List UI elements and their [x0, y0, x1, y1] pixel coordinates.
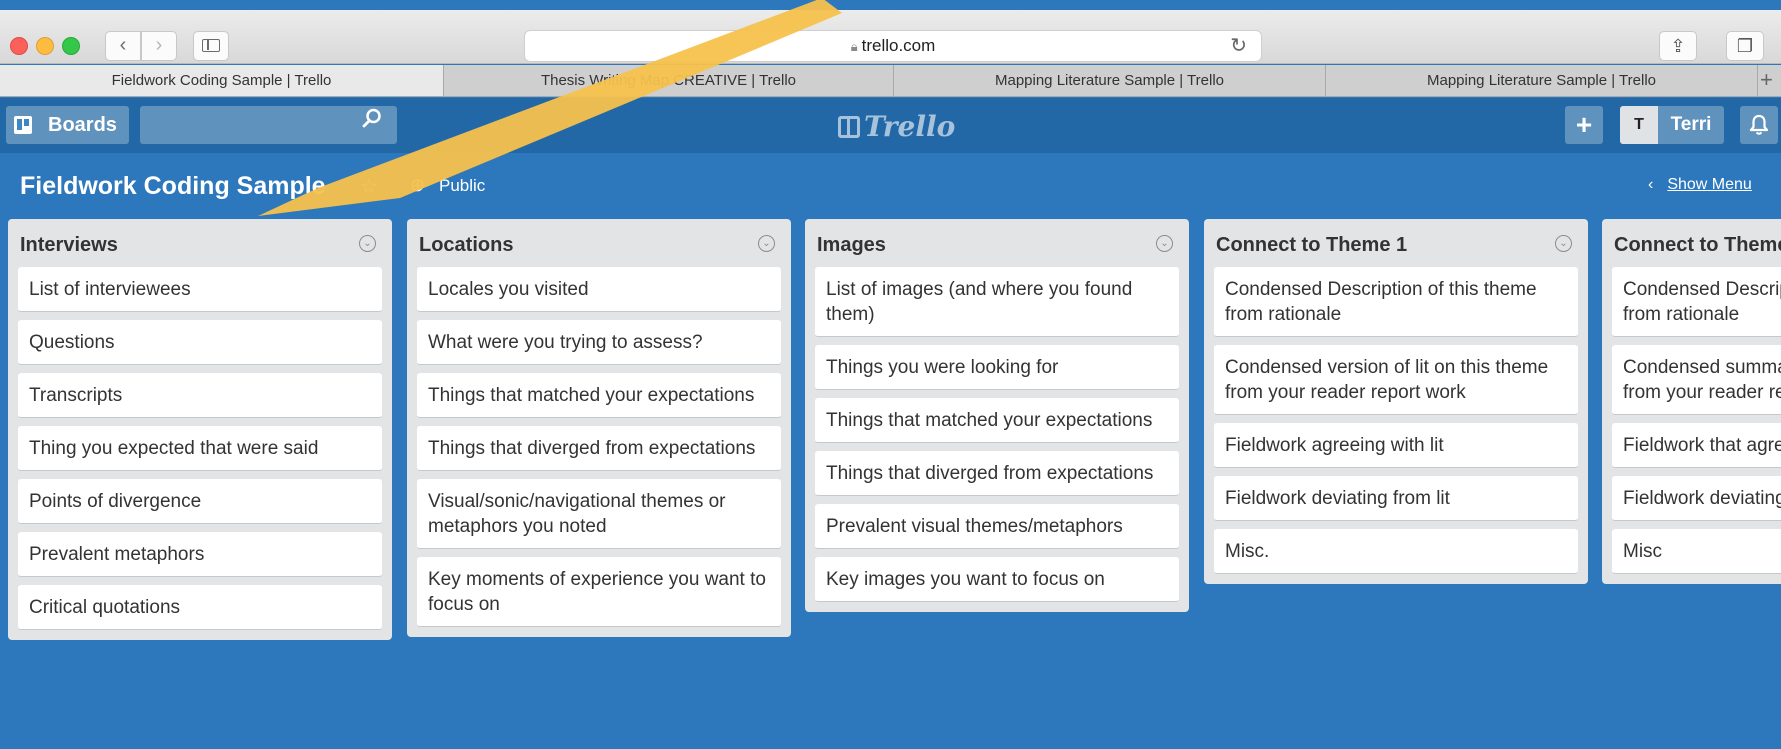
screenshot-frame: ‹ › 🔒︎ trello.com ↻ ⇪ ❐ Fieldwork Coding …	[0, 0, 1781, 749]
annotation-arrow	[258, 0, 842, 216]
